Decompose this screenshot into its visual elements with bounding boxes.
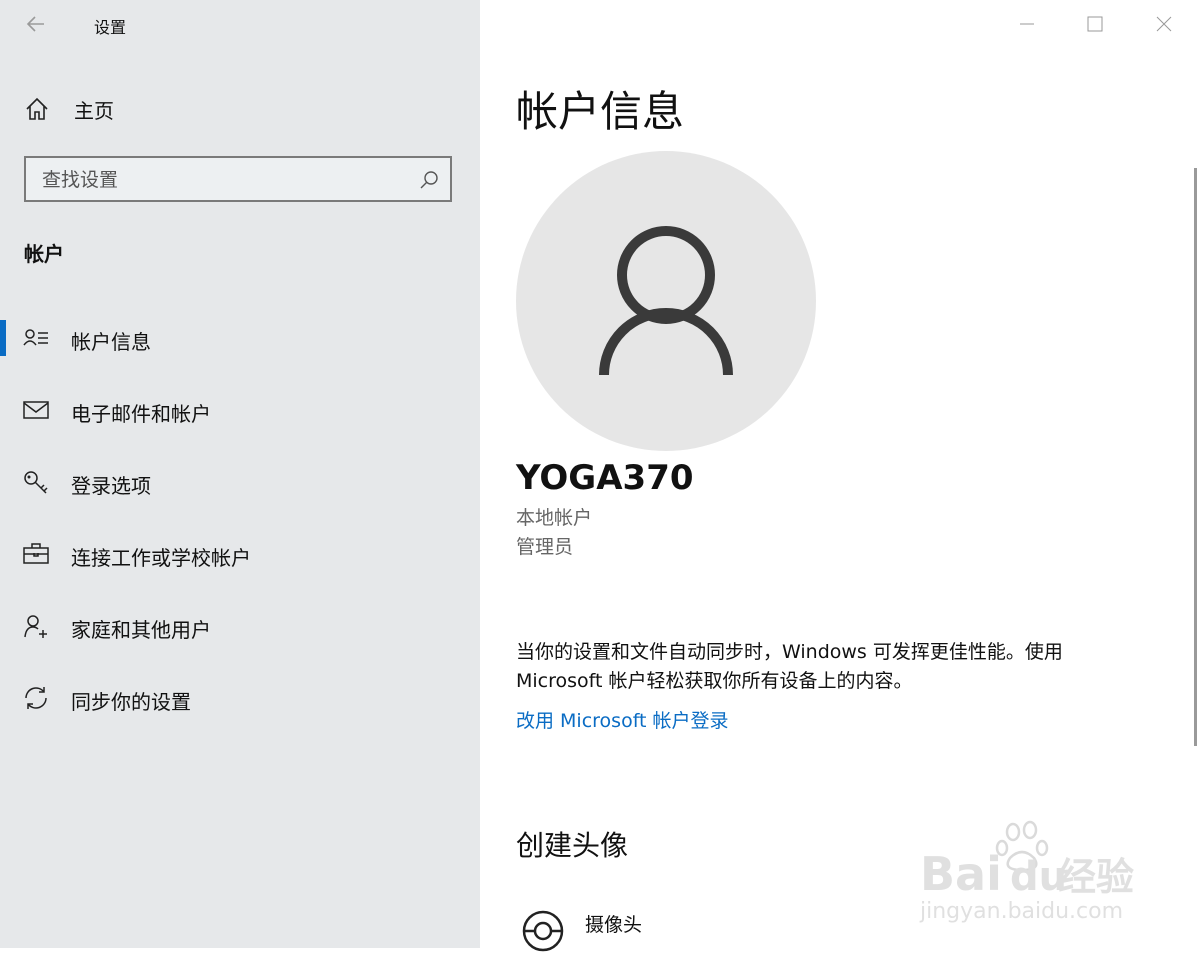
page-title: 帐户信息 [516,87,685,136]
back-button[interactable] [24,12,48,36]
home-icon [26,97,48,120]
sidebar-item-work-school[interactable]: 连接工作或学校帐户 [0,530,480,578]
sidebar-item-label: 家庭和其他用户 [71,618,211,642]
sidebar-item-label: 电子邮件和帐户 [71,402,211,426]
minimize-button[interactable] [1004,6,1050,44]
sync-message: 当你的设置和文件自动同步时，Windows 可发挥更佳性能。使用 Microso… [516,641,1063,692]
search-input[interactable] [40,166,404,194]
briefcase-icon [23,543,49,564]
sidebar-item-account-info[interactable]: 帐户信息 [0,314,480,362]
maximize-button[interactable] [1072,6,1118,44]
back-arrow-icon [26,16,44,32]
baidu-watermark: Bai du 经验 jingyan.baidu.com [919,820,1134,924]
home-nav-item[interactable]: 主页 [24,95,114,123]
sidebar-item-sign-in-options[interactable]: 登录选项 [0,458,480,506]
search-icon[interactable] [418,169,440,191]
scrollbar[interactable] [1194,168,1197,746]
close-button[interactable] [1141,6,1187,44]
app-title: 设置 [94,18,127,37]
sidebar-item-email-accounts[interactable]: 电子邮件和帐户 [0,386,480,434]
account-role: 管理员 [516,536,574,558]
account-info-icon [23,329,48,346]
sidebar-item-label: 连接工作或学校帐户 [71,546,251,570]
sidebar-item-sync-settings[interactable]: 同步你的设置 [0,674,480,722]
watermark-brand: Bai [920,847,1002,901]
sidebar-item-family-users[interactable]: 家庭和其他用户 [0,602,480,650]
maximize-icon [1087,16,1103,32]
sync-icon [25,687,47,709]
camera-icon [522,910,564,952]
sidebar-item-label: 帐户信息 [71,330,151,354]
camera-label[interactable]: 摄像头 [585,910,642,937]
sidebar: 设置 主页 帐户 帐户信息 电子邮件和帐户 [0,0,480,948]
add-person-icon [24,615,47,638]
sidebar-item-label: 登录选项 [71,474,151,498]
close-icon [1156,16,1172,32]
sidebar-item-label: 同步你的设置 [71,690,191,714]
camera-option[interactable] [520,908,566,954]
key-icon [24,471,48,494]
username: YOGA370 [516,458,694,498]
microsoft-signin-link[interactable]: 改用 Microsoft 帐户登录 [516,706,729,733]
watermark-url: jingyan.baidu.com [919,899,1123,924]
create-avatar-heading: 创建头像 [516,829,629,862]
selection-indicator [0,320,6,356]
account-type: 本地帐户 [516,507,593,529]
home-label: 主页 [74,98,114,123]
minimize-icon [1020,23,1034,25]
avatar [516,151,816,451]
search-box[interactable] [24,156,452,202]
user-icon [599,226,733,376]
watermark-brand-cn: 经验 [1058,855,1134,899]
section-title: 帐户 [24,242,64,266]
mail-icon [23,401,49,419]
